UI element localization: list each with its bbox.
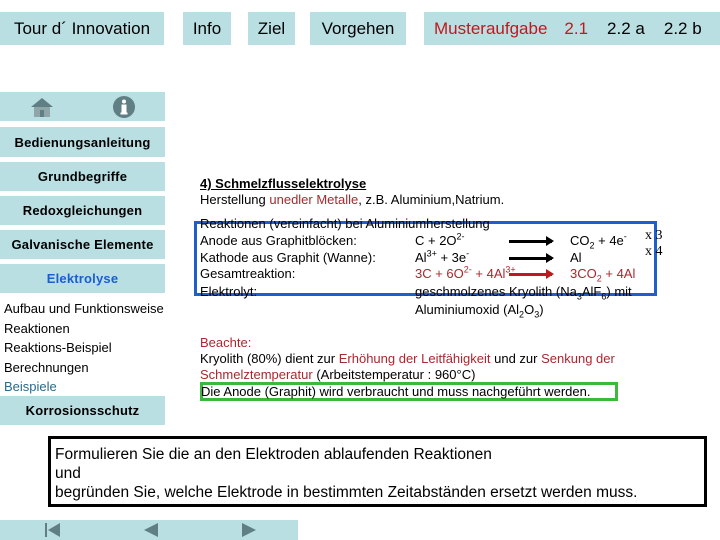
sublist-item-aufbau[interactable]: Aufbau und Funktionsweise bbox=[4, 299, 164, 319]
tab-musteraufgabe[interactable]: Musteraufgabe bbox=[434, 19, 547, 39]
info-button[interactable] bbox=[110, 93, 137, 120]
tab-ziel-label: Ziel bbox=[257, 18, 286, 38]
anode-reactants: C + 2O2- bbox=[415, 231, 465, 248]
sidebar-icon-bar bbox=[0, 92, 165, 121]
sidebar-item-label: Elektrolyse bbox=[46, 271, 119, 286]
anode-multiplier: x 3 bbox=[645, 228, 663, 243]
elektrolyt-text: geschmolzenes Kryolith (Na3AlF6) mit bbox=[415, 284, 632, 302]
note-line-2: Schmelztemperatur (Arbeitstemperatur : 9… bbox=[200, 367, 476, 382]
tab-info-label: Info bbox=[192, 18, 222, 38]
intro-text: Herstellung unedler Metalle, z.B. Alumin… bbox=[200, 192, 505, 207]
next-page-icon bbox=[242, 523, 256, 537]
reactions-title: Reaktionen (vereinfacht) bei Aluminiumhe… bbox=[200, 216, 490, 231]
gesamt-products: 3CO2 + 4Al bbox=[570, 266, 636, 284]
home-button[interactable] bbox=[28, 93, 55, 120]
sidebar-item-redoxgleichungen[interactable]: Redoxgleichungen bbox=[0, 196, 165, 225]
sidebar-item-label: Galvanische Elemente bbox=[11, 237, 154, 252]
tab-vorgehen[interactable]: Vorgehen bbox=[310, 12, 406, 45]
tab-tour-label: Tour d´ Innovation bbox=[13, 18, 151, 38]
next-page-button[interactable] bbox=[237, 521, 261, 539]
note-line-3: Die Anode (Graphit) wird verbraucht und … bbox=[201, 384, 591, 399]
task-line-3: begründen Sie, welche Elektrode in besti… bbox=[55, 484, 638, 501]
previous-page-icon bbox=[144, 523, 158, 537]
kathode-multiplier: x 4 bbox=[645, 244, 663, 259]
kathode-arrow bbox=[509, 253, 554, 263]
sidebar-item-elektrolyse[interactable]: Elektrolyse bbox=[0, 264, 165, 293]
tab-vorgehen-label: Vorgehen bbox=[321, 18, 395, 38]
sublist-item-reaktions-beispiel[interactable]: Reaktions-Beispiel bbox=[4, 338, 164, 358]
task-box: Formulieren Sie die an den Elektroden ab… bbox=[48, 436, 707, 507]
anode-products: CO2 + 4e- bbox=[570, 231, 627, 251]
section-heading: 4) Schmelzflusselektrolyse bbox=[200, 176, 367, 191]
sidebar-item-label: Grundbegriffe bbox=[37, 169, 128, 184]
first-page-icon bbox=[45, 523, 60, 537]
previous-page-button[interactable] bbox=[139, 521, 163, 539]
sublist-item-reaktionen[interactable]: Reaktionen bbox=[4, 319, 164, 339]
sublist-item-berechnungen[interactable]: Berechnungen bbox=[4, 358, 164, 378]
kathode-label: Kathode aus Graphit (Wanne): bbox=[200, 250, 376, 265]
kathode-products: Al bbox=[570, 250, 582, 265]
tab-tour[interactable]: Tour d´ Innovation bbox=[0, 12, 164, 45]
anode-label: Anode aus Graphitblöcken: bbox=[200, 233, 357, 248]
task-line-1: Formulieren Sie die an den Elektroden ab… bbox=[55, 446, 492, 463]
elektrolyt-label: Elektrolyt: bbox=[200, 284, 258, 299]
sidebar-item-label: Korrosionsschutz bbox=[25, 403, 140, 418]
sidebar-item-label: Redoxgleichungen bbox=[22, 203, 143, 218]
note-line-1: Kryolith (80%) dient zur Erhöhung der Le… bbox=[200, 351, 615, 366]
first-page-button[interactable] bbox=[40, 521, 64, 539]
sidebar-item-korrosionsschutz[interactable]: Korrosionsschutz bbox=[0, 396, 165, 425]
intro-highlight: unedler Metalle bbox=[269, 192, 359, 207]
gesamt-reactants: 3C + 6O2- + 4Al3+ bbox=[415, 264, 516, 281]
sidebar-item-grundbegriffe[interactable]: Grundbegriffe bbox=[0, 162, 165, 191]
tab-2-2b[interactable]: 2.2 b bbox=[664, 19, 702, 39]
tab-ziel[interactable]: Ziel bbox=[248, 12, 295, 45]
beachte-label: Beachte: bbox=[200, 335, 252, 350]
anode-arrow bbox=[509, 236, 554, 246]
gesamt-arrow bbox=[509, 269, 554, 279]
info-icon bbox=[112, 95, 135, 118]
tab-2-1[interactable]: 2.1 bbox=[564, 19, 588, 39]
sidebar-item-label: Bedienungsanleitung bbox=[14, 134, 151, 150]
task-line-2: und bbox=[55, 465, 81, 482]
sidebar-item-bedienungsanleitung[interactable]: Bedienungsanleitung bbox=[0, 127, 165, 157]
home-icon bbox=[30, 97, 53, 117]
sidebar-sublist: Aufbau und Funktionsweise Reaktionen Rea… bbox=[4, 299, 164, 397]
gesamt-label: Gesamtreaktion: bbox=[200, 266, 296, 281]
tab-musteraufgabe-group: Musteraufgabe 2.1 2.2 a 2.2 b bbox=[424, 12, 720, 45]
tab-info[interactable]: Info bbox=[183, 12, 231, 45]
sidebar-item-galvanische-elemente[interactable]: Galvanische Elemente bbox=[0, 230, 165, 259]
sublist-item-beispiele[interactable]: Beispiele bbox=[4, 377, 164, 397]
elektrolyt-text-2: Aluminiumoxid (Al2O3) bbox=[415, 302, 544, 320]
kathode-reactants: Al3+ + 3e- bbox=[415, 248, 470, 265]
tab-2-2a[interactable]: 2.2 a bbox=[607, 19, 645, 39]
